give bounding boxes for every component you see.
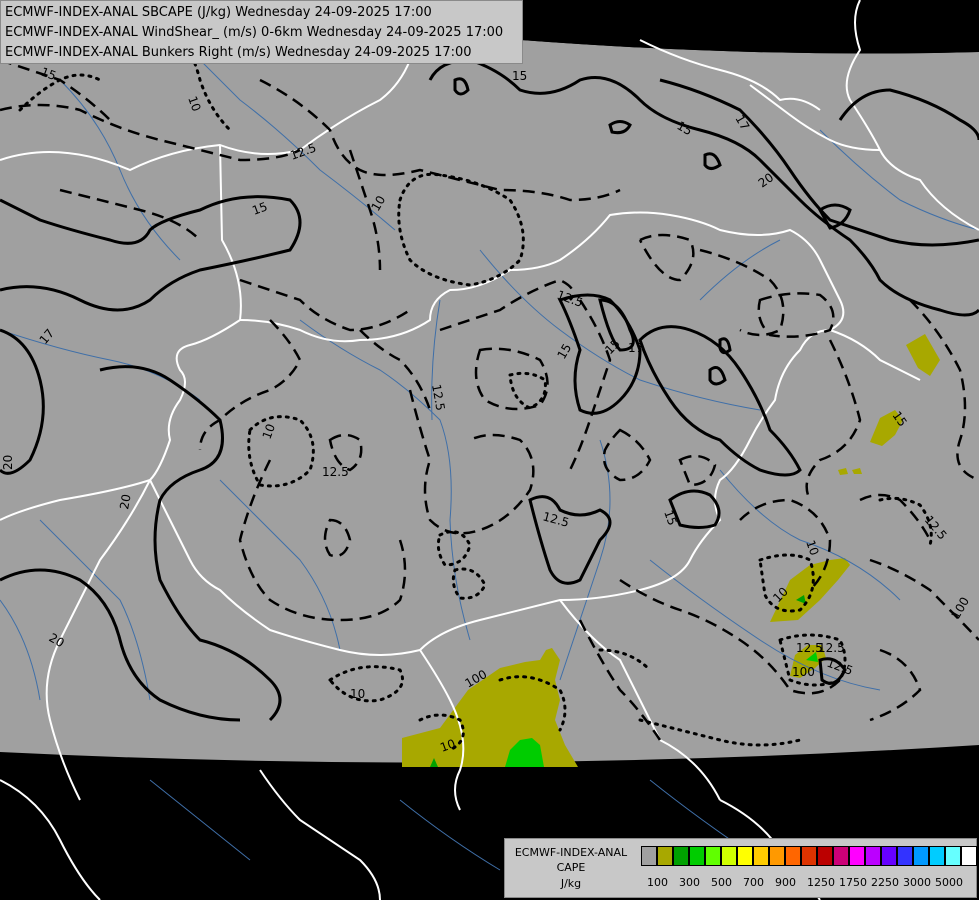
legend-swatch xyxy=(801,846,817,866)
contour-label: 100 xyxy=(792,665,815,679)
legend-swatch xyxy=(721,846,737,866)
contour-label: 15 xyxy=(512,69,527,83)
legend-swatch xyxy=(657,846,673,866)
legend-swatch xyxy=(673,846,689,866)
legend-swatch xyxy=(769,846,785,866)
contour-label: 12.5 xyxy=(818,641,845,655)
legend-tick-label: 300 xyxy=(679,876,700,889)
legend-swatch xyxy=(849,846,865,866)
legend-tick-label: 700 xyxy=(743,876,764,889)
legend-swatch xyxy=(641,846,657,866)
legend-swatch xyxy=(689,846,705,866)
header-panel: ECMWF-INDEX-ANAL SBCAPE (J/kg) Wednesday… xyxy=(0,0,523,64)
contour-label: 20 xyxy=(117,493,133,510)
contour-label: 20 xyxy=(1,455,15,470)
weather-map: 15 10 12.5 15 17 15 12.5 15 15 17 10 20 … xyxy=(0,0,979,900)
legend-title-source: ECMWF-INDEX-ANAL xyxy=(514,846,628,859)
legend-swatch xyxy=(945,846,961,866)
legend-swatch xyxy=(929,846,945,866)
legend-swatch xyxy=(753,846,769,866)
contour-label: 12.5 xyxy=(322,465,349,479)
header-line-bunkers: ECMWF-INDEX-ANAL Bunkers Right (m/s) Wed… xyxy=(5,45,472,60)
legend-swatch xyxy=(881,846,897,866)
legend-tick-label: 100 xyxy=(647,876,668,889)
legend-swatch xyxy=(737,846,753,866)
header-line-sbcape: ECMWF-INDEX-ANAL SBCAPE (J/kg) Wednesday… xyxy=(5,5,432,20)
cape-legend: ECMWF-INDEX-ANAL CAPE J/kg 100 300 500 700 9… xyxy=(504,838,977,898)
legend-swatch xyxy=(785,846,801,866)
legend-swatch xyxy=(865,846,881,866)
legend-tick-label: 5000 xyxy=(935,876,963,889)
legend-tick-label: 900 xyxy=(775,876,796,889)
header-line-windshear: ECMWF-INDEX-ANAL WindShear_ (m/s) 0-6km … xyxy=(5,25,504,40)
legend-swatch xyxy=(817,846,833,866)
legend-title-variable: CAPE xyxy=(556,861,586,874)
legend-tick-label: 1250 xyxy=(807,876,835,889)
legend-swatch xyxy=(705,846,721,866)
legend-swatch xyxy=(961,846,977,866)
legend-tick-label: 500 xyxy=(711,876,732,889)
contour-label: 10 xyxy=(350,687,365,701)
legend-swatch xyxy=(897,846,913,866)
legend-tick-label: 3000 xyxy=(903,876,931,889)
legend-tick-label: 2250 xyxy=(871,876,899,889)
legend-swatch xyxy=(833,846,849,866)
legend-tick-label: 1750 xyxy=(839,876,867,889)
legend-title-unit: J/kg xyxy=(560,877,582,890)
legend-swatch xyxy=(913,846,929,866)
contour-label: 17 xyxy=(628,341,643,355)
